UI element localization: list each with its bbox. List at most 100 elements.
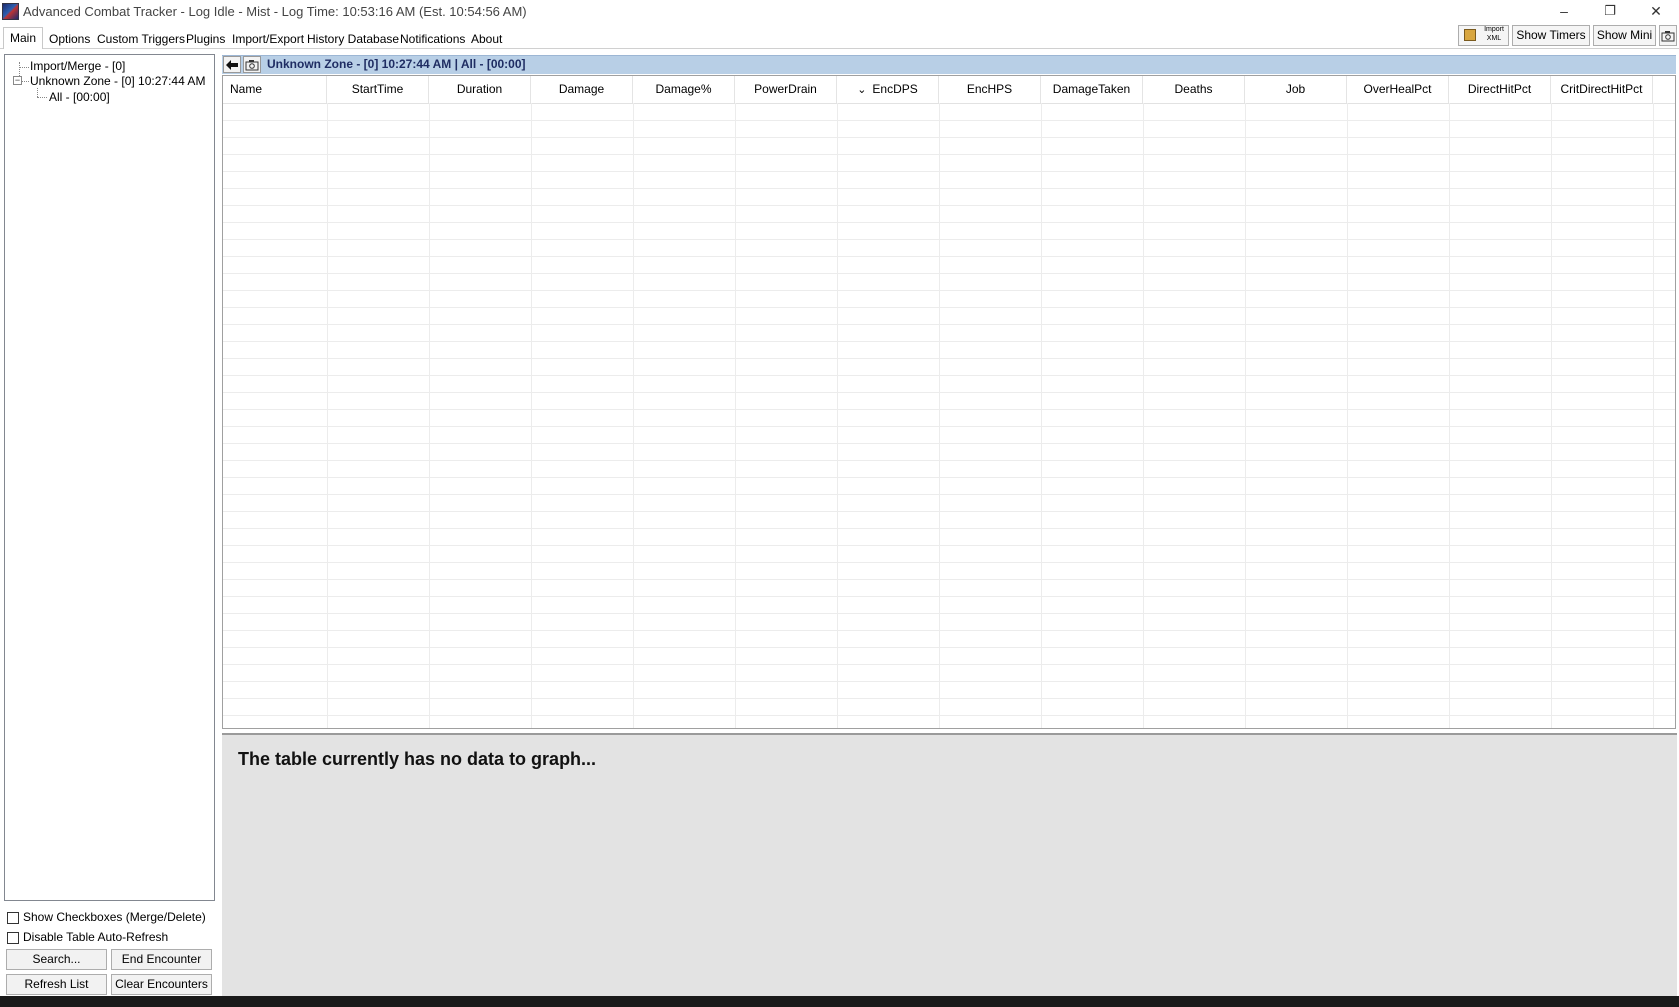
arrow-left-icon xyxy=(226,60,238,70)
refresh-list-button[interactable]: Refresh List xyxy=(6,974,107,995)
graph-panel xyxy=(222,733,1677,996)
encounter-table[interactable]: Name StartTime Duration Damage Damage% P… xyxy=(222,75,1676,729)
tab-plugins[interactable]: Plugins xyxy=(186,32,225,48)
grid-row-line xyxy=(223,307,1675,308)
tree-item-unknown-zone[interactable]: Unknown Zone - [0] 10:27:44 AM xyxy=(30,74,205,88)
grid-row-line xyxy=(223,511,1675,512)
encounter-title: Unknown Zone - [0] 10:27:44 AM | All - [… xyxy=(267,57,526,71)
grid-row-line xyxy=(223,494,1675,495)
grid-row-line xyxy=(223,137,1675,138)
clear-encounters-button[interactable]: Clear Encounters xyxy=(111,974,212,995)
grid-row-line xyxy=(223,664,1675,665)
col-damagetaken[interactable]: DamageTaken xyxy=(1041,76,1143,103)
grid-column-line xyxy=(1551,103,1552,728)
grid-column-line xyxy=(1449,103,1450,728)
grid-row-line xyxy=(223,613,1675,614)
grid-row-line xyxy=(223,239,1675,240)
grid-row-line xyxy=(223,273,1675,274)
grid-row-line xyxy=(223,596,1675,597)
grid-row-line xyxy=(223,392,1675,393)
collapse-icon[interactable]: − xyxy=(13,76,22,85)
col-overhealpct[interactable]: OverHealPct xyxy=(1347,76,1449,103)
restore-button[interactable]: ❐ xyxy=(1587,0,1633,23)
import-xml-label-line1: Import xyxy=(1484,26,1504,33)
tree-item-import-merge[interactable]: Import/Merge - [0] xyxy=(30,59,125,73)
show-timers-button[interactable]: Show Timers xyxy=(1512,25,1590,46)
table-header: Name StartTime Duration Damage Damage% P… xyxy=(223,76,1675,104)
grid-row-line xyxy=(223,154,1675,155)
show-checkboxes-checkbox[interactable] xyxy=(7,912,19,924)
grid-column-line xyxy=(1653,103,1654,728)
taskbar-edge xyxy=(0,996,1679,1007)
tab-notifications[interactable]: Notifications xyxy=(400,32,465,48)
grid-row-line xyxy=(223,256,1675,257)
grid-row-line xyxy=(223,443,1675,444)
grid-column-line xyxy=(327,103,328,728)
grid-row-line xyxy=(223,375,1675,376)
grid-row-line xyxy=(223,562,1675,563)
minimize-button[interactable]: – xyxy=(1541,0,1587,23)
back-button[interactable] xyxy=(223,56,241,73)
import-xml-label-line2: XML xyxy=(1486,35,1502,42)
grid-row-line xyxy=(223,171,1675,172)
tab-import-export[interactable]: Import/Export xyxy=(232,32,304,48)
grid-row-line xyxy=(223,341,1675,342)
grid-row-line xyxy=(223,579,1675,580)
grid-column-line xyxy=(429,103,430,728)
grid-column-line xyxy=(1041,103,1042,728)
grid-row-line xyxy=(223,324,1675,325)
close-button[interactable]: ✕ xyxy=(1633,0,1679,23)
camera-button[interactable] xyxy=(1659,25,1677,46)
end-encounter-button[interactable]: End Encounter xyxy=(111,949,212,970)
search-button[interactable]: Search... xyxy=(6,949,107,970)
col-powerdrain[interactable]: PowerDrain xyxy=(735,76,837,103)
col-name[interactable]: Name xyxy=(223,76,327,103)
tab-history-database[interactable]: History Database xyxy=(307,32,399,48)
grid-row-line xyxy=(223,698,1675,699)
grid-row-line xyxy=(223,647,1675,648)
grid-row-line xyxy=(223,188,1675,189)
grid-row-line xyxy=(223,460,1675,461)
grid-row-line xyxy=(223,545,1675,546)
grid-row-line xyxy=(223,409,1675,410)
tab-options[interactable]: Options xyxy=(49,32,90,48)
grid-column-line xyxy=(531,103,532,728)
col-damage-pct[interactable]: Damage% xyxy=(633,76,735,103)
col-encdps[interactable]: ⌄ EncDPS xyxy=(837,76,939,103)
encounter-tree[interactable] xyxy=(4,54,215,901)
show-checkboxes-label: Show Checkboxes (Merge/Delete) xyxy=(23,910,206,924)
tab-main[interactable]: Main xyxy=(3,27,44,49)
show-mini-button[interactable]: Show Mini xyxy=(1593,25,1656,46)
grid-row-line xyxy=(223,358,1675,359)
import-icon xyxy=(1464,29,1476,41)
sort-desc-icon: ⌄ xyxy=(857,84,867,96)
grid-column-line xyxy=(633,103,634,728)
grid-row-line xyxy=(223,120,1675,121)
grid-column-line xyxy=(837,103,838,728)
tree-item-all[interactable]: All - [00:00] xyxy=(49,90,110,104)
grid-row-line xyxy=(223,222,1675,223)
col-enchps[interactable]: EncHPS xyxy=(939,76,1041,103)
grid-column-line xyxy=(1347,103,1348,728)
tab-custom-triggers[interactable]: Custom Triggers xyxy=(97,32,185,48)
encounter-camera-button[interactable] xyxy=(243,56,261,73)
grid-row-line xyxy=(223,290,1675,291)
col-directhitpct[interactable]: DirectHitPct xyxy=(1449,76,1551,103)
grid-column-line xyxy=(1245,103,1246,728)
app-icon xyxy=(2,3,19,20)
grid-row-line xyxy=(223,205,1675,206)
col-deaths[interactable]: Deaths xyxy=(1143,76,1245,103)
col-damage[interactable]: Damage xyxy=(531,76,633,103)
col-job[interactable]: Job xyxy=(1245,76,1347,103)
tab-about[interactable]: About xyxy=(471,32,502,48)
disable-autorefresh-checkbox[interactable] xyxy=(7,932,19,944)
import-xml-button[interactable]: Import XML xyxy=(1458,25,1509,46)
col-duration[interactable]: Duration xyxy=(429,76,531,103)
col-critdirecthitpct[interactable]: CritDirectHitPct xyxy=(1551,76,1653,103)
col-starttime[interactable]: StartTime xyxy=(327,76,429,103)
window-title: Advanced Combat Tracker - Log Idle - Mis… xyxy=(23,4,527,19)
grid-row-line xyxy=(223,715,1675,716)
grid-row-line xyxy=(223,426,1675,427)
grid-row-line xyxy=(223,528,1675,529)
grid-column-line xyxy=(735,103,736,728)
